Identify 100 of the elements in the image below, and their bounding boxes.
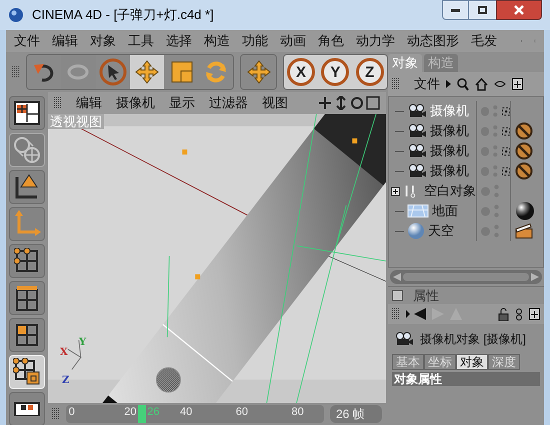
menu-item[interactable]: 动态图形 [407, 31, 459, 51]
object-name[interactable]: 摄像机 [430, 161, 469, 181]
points-button[interactable] [9, 244, 45, 278]
view-nav-icon[interactable] [318, 96, 380, 110]
home-icon[interactable] [475, 78, 488, 90]
polygons-mode-icon [14, 322, 40, 348]
search-icon[interactable] [457, 78, 469, 90]
edges-mode-icon [14, 285, 40, 311]
restrict-tag-icon[interactable] [515, 142, 533, 160]
material-tag-icon[interactable] [515, 201, 535, 221]
menu-item[interactable]: 毛发 [471, 31, 497, 51]
clapper-tag-icon[interactable] [515, 223, 533, 239]
target-icon[interactable] [502, 146, 510, 156]
menu-item[interactable]: 对象 [90, 31, 116, 51]
menu-item[interactable]: 过滤器 [209, 93, 248, 113]
restrict-tag-icon[interactable] [515, 162, 533, 180]
axis-object-button[interactable] [9, 170, 45, 204]
new-panel-icon[interactable] [529, 308, 540, 320]
move-icon [134, 59, 160, 85]
attribute-tab[interactable]: 对象 [456, 354, 488, 370]
grip-icon[interactable] [392, 78, 400, 90]
menu-item[interactable]: 工具 [128, 31, 154, 51]
close-button[interactable] [496, 0, 542, 20]
app-logo-icon [8, 7, 24, 23]
grip-icon[interactable] [12, 66, 20, 78]
axis-label: Y [79, 338, 86, 348]
target-icon[interactable] [502, 126, 510, 136]
camera-icon [407, 144, 427, 158]
menu-item[interactable]: 角色 [318, 31, 344, 51]
frame-field[interactable]: 26 帧 [330, 405, 382, 423]
layout-button[interactable] [9, 96, 45, 130]
object-name[interactable]: 摄像机 [430, 141, 469, 161]
object-name[interactable]: 摄像机 [430, 121, 469, 141]
menu-item[interactable]: 文件 [14, 31, 40, 51]
horizontal-scrollbar[interactable] [390, 270, 542, 284]
target-icon[interactable] [502, 106, 510, 116]
menu-item[interactable]: 动力学 [356, 31, 395, 51]
window-title: CINEMA 4D - [子弹刀+灯.c4d *] [32, 6, 214, 24]
model-mode-icon [13, 358, 41, 386]
axis-label: X [60, 348, 68, 358]
menu-item[interactable]: 动画 [280, 31, 306, 51]
grip-icon[interactable] [52, 408, 60, 420]
model-button[interactable] [9, 355, 45, 389]
section-header: 对象属性 [392, 372, 540, 386]
menu-item[interactable]: 摄像机 [116, 93, 155, 113]
restore-button[interactable] [469, 0, 496, 20]
menu-item[interactable]: 编辑 [52, 31, 78, 51]
move-button[interactable] [130, 55, 164, 89]
axis-label: Z [62, 376, 70, 386]
axis-icon [13, 173, 41, 201]
move-icon [246, 59, 272, 85]
target-icon[interactable] [502, 166, 510, 176]
tick-label: 0 [68, 406, 75, 418]
points-mode-icon [14, 248, 40, 274]
checkbox[interactable] [392, 290, 403, 301]
new-panel-icon[interactable] [512, 78, 523, 90]
camera-icon [407, 124, 427, 138]
scroll-right-icon[interactable] [531, 273, 539, 281]
edges-button[interactable] [9, 281, 45, 315]
restrict-tag-icon[interactable] [515, 122, 533, 140]
tick-label: 80 [291, 406, 304, 418]
object-name[interactable]: 空白对象 [424, 181, 476, 201]
menu-item[interactable]: 视图 [262, 93, 288, 113]
view-label: 透视视图 [48, 114, 104, 129]
undo-button[interactable] [26, 55, 62, 89]
link-icon[interactable] [515, 308, 523, 320]
polygons-button[interactable] [9, 318, 45, 352]
rotate-icon [204, 60, 228, 84]
scale-button[interactable] [164, 55, 199, 89]
object-name[interactable]: 地面 [432, 201, 458, 221]
menu-item[interactable]: 构造 [204, 31, 230, 51]
minimize-button[interactable] [442, 0, 469, 20]
expand-toggle[interactable] [391, 186, 400, 196]
close-icon [514, 5, 524, 15]
axis-icon [13, 210, 41, 238]
camera-icon [407, 164, 427, 178]
current-frame-label: 26 [147, 406, 160, 418]
tick-label: 40 [180, 406, 192, 418]
grip-icon[interactable] [54, 97, 62, 109]
current-frame-marker[interactable] [138, 405, 146, 423]
grip-icon[interactable] [392, 308, 400, 320]
floor-icon [407, 204, 429, 218]
menu-item[interactable]: 功能 [242, 31, 268, 51]
object-name[interactable]: 天空 [428, 221, 454, 241]
tick-label: 60 [236, 406, 248, 418]
viewport[interactable]: 透视视图 X Y Z [48, 114, 386, 403]
texture-button[interactable] [9, 392, 45, 425]
timeline-ruler[interactable]: 0 20 26 40 60 80 [66, 405, 324, 423]
lock-icon[interactable] [498, 308, 509, 320]
cursor-icon [98, 58, 127, 86]
eye-icon[interactable] [494, 80, 506, 88]
menu-item[interactable]: 选择 [166, 31, 192, 51]
panel-title: 属性 [413, 286, 439, 305]
select-button[interactable] [96, 55, 130, 89]
scroll-left-icon[interactable] [393, 273, 401, 281]
object-title: 摄像机对象 [摄像机] [420, 331, 526, 348]
menu-item[interactable]: 显示 [169, 93, 195, 113]
menu-item[interactable]: 文件 [414, 74, 440, 94]
menu-item[interactable]: 编辑 [76, 93, 102, 113]
globe-icon [13, 136, 41, 164]
